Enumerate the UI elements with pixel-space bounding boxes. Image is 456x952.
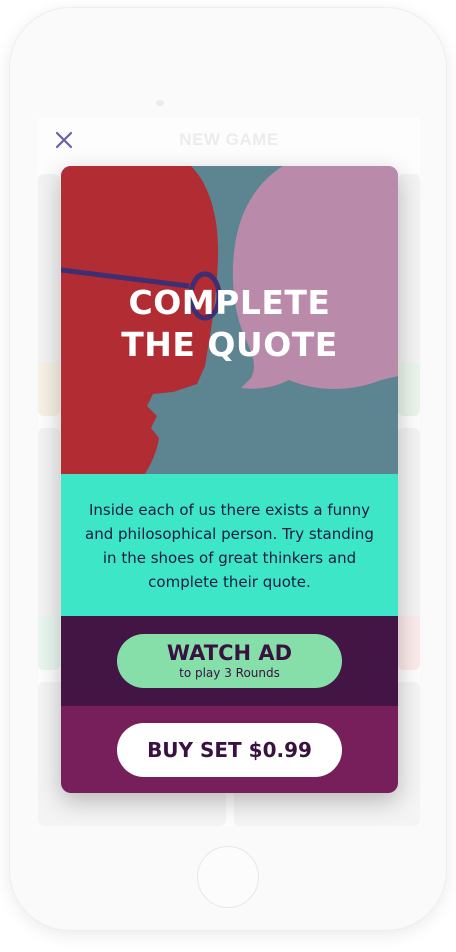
- game-card[interactable]: [38, 174, 60, 416]
- close-icon: [55, 131, 73, 149]
- hero-banner: COMPLETE THE QUOTE: [61, 166, 398, 474]
- hero-title-line2: THE QUOTE: [121, 325, 338, 364]
- description-panel: Inside each of us there exists a funny a…: [61, 474, 398, 616]
- buy-set-button[interactable]: BUY SET $0.99: [117, 723, 342, 777]
- watch-ad-label: WATCH AD: [166, 641, 293, 665]
- home-button[interactable]: [197, 846, 259, 908]
- game-set-modal: COMPLETE THE QUOTE Inside each of us the…: [61, 166, 398, 793]
- hero-title-line1: COMPLETE: [128, 283, 331, 322]
- watch-ad-button[interactable]: WATCH AD to play 3 Rounds: [117, 634, 342, 688]
- hero-title: COMPLETE THE QUOTE: [61, 282, 398, 366]
- game-card[interactable]: [398, 428, 420, 670]
- watch-ad-band: WATCH AD to play 3 Rounds: [61, 616, 398, 706]
- game-card[interactable]: [38, 428, 60, 670]
- watch-ad-sublabel: to play 3 Rounds: [179, 666, 280, 680]
- close-button[interactable]: [52, 128, 76, 152]
- game-card[interactable]: [398, 174, 420, 416]
- description-text: Inside each of us there exists a funny a…: [85, 501, 374, 591]
- buy-set-band: BUY SET $0.99: [61, 706, 398, 793]
- speaker: [156, 100, 164, 106]
- page-title: NEW GAME: [179, 130, 279, 149]
